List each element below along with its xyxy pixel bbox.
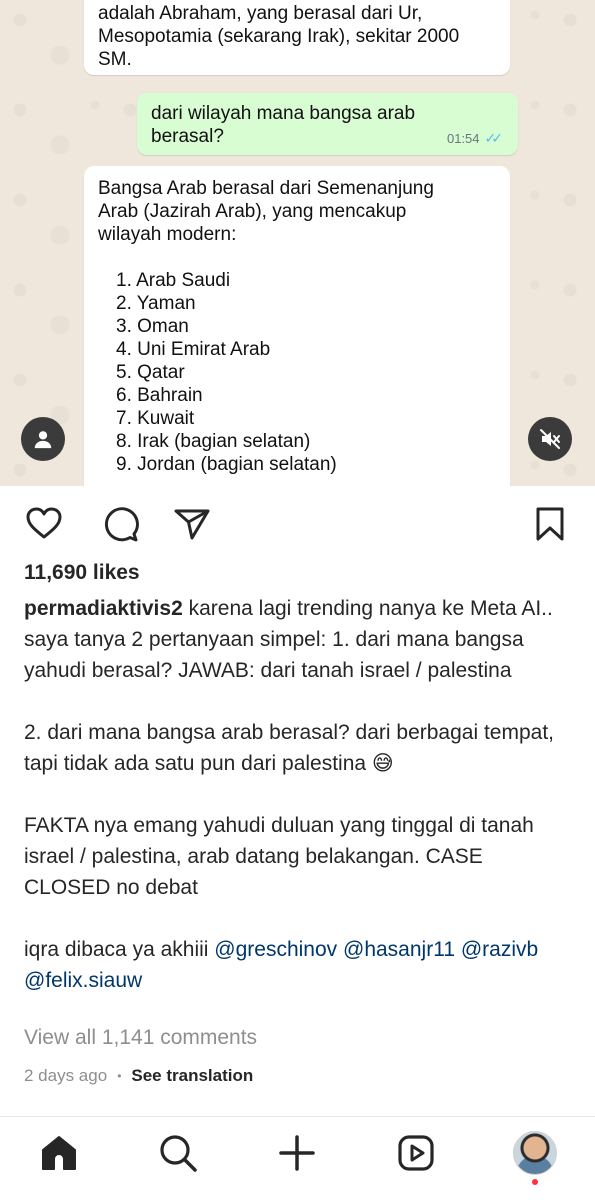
list-item: 8. Irak (bagian selatan) [116, 431, 311, 452]
message-time: 01:54 [446, 131, 480, 146]
create-icon [279, 1135, 315, 1171]
reels-icon [398, 1135, 434, 1171]
share-button[interactable] [172, 504, 212, 544]
caption-paragraph: permadiaktivis2 karena lagi trending nan… [24, 593, 572, 686]
bookmark-icon [536, 507, 564, 541]
chat-message-outgoing: dari wilayah mana bangsa arab berasal? 0… [137, 93, 518, 155]
list-item: 6. Bahrain [116, 385, 203, 406]
post-actions [0, 486, 595, 558]
profile-avatar [513, 1131, 557, 1175]
nav-create-button[interactable] [275, 1131, 319, 1175]
mention-link[interactable]: @razivb [461, 938, 538, 961]
notification-dot [532, 1179, 538, 1185]
heart-icon [26, 507, 62, 539]
post-media[interactable]: adalah Abraham, yang berasal dari Ur, Me… [0, 0, 595, 486]
separator-dot: • [117, 1069, 122, 1083]
message-line: Mesopotamia (sekarang Irak), sekitar 200… [98, 26, 460, 47]
list-item: 2. Yaman [116, 293, 196, 314]
search-icon [160, 1135, 197, 1172]
list-item: 5. Qatar [116, 362, 185, 383]
message-meta: 01:54 ✓✓ [446, 127, 504, 150]
country-list: 1. Arab Saudi 2. Yaman 3. Oman 4. Uni Em… [98, 269, 496, 476]
caption-paragraph: iqra dibaca ya akhiii @greschinov @hasan… [24, 934, 572, 996]
nav-search-button[interactable] [156, 1131, 200, 1175]
post-caption: permadiaktivis2 karena lagi trending nan… [24, 593, 572, 996]
message-line: SM. [98, 49, 132, 70]
list-item: 3. Oman [116, 316, 189, 337]
message-line: Arab (Jazirah Arab), yang mencakup [98, 201, 407, 222]
chat-message-incoming: Bangsa Arab berasal dari Semenanjung Ara… [84, 166, 510, 486]
mention-link[interactable]: @felix.siauw [24, 969, 142, 992]
tagged-people-button[interactable] [21, 417, 65, 461]
like-button[interactable] [24, 504, 64, 544]
comment-icon [104, 507, 139, 542]
list-item: 4. Uni Emirat Arab [116, 339, 271, 360]
mention-link[interactable]: @hasanjr11 [343, 938, 455, 961]
list-item: 1. Arab Saudi [116, 270, 231, 291]
caption-paragraph: 2. dari mana bangsa arab berasal? dari b… [24, 721, 555, 775]
read-ticks-icon: ✓✓ [484, 130, 504, 146]
send-icon [174, 509, 210, 540]
message-line: dari wilayah mana bangsa arab [151, 103, 416, 124]
message-line: wilayah modern: [98, 224, 237, 245]
volume-muted-icon [540, 429, 560, 449]
chat-message-incoming: adalah Abraham, yang berasal dari Ur, Me… [84, 0, 510, 75]
nav-home-button[interactable] [37, 1131, 81, 1175]
person-icon [34, 431, 52, 449]
post-timestamp: 2 days ago [24, 1066, 108, 1085]
list-item: 7. Kuwait [116, 408, 195, 429]
comment-button[interactable] [100, 504, 140, 544]
caption-paragraph: FAKTA nya emang yahudi duluan yang tingg… [24, 814, 534, 899]
save-button[interactable] [530, 504, 570, 544]
nav-profile-button[interactable] [513, 1131, 557, 1175]
like-count[interactable]: 11,690 likes [24, 561, 140, 585]
message-line: Bangsa Arab berasal dari Semenanjung [98, 178, 434, 199]
mention-link[interactable]: @greschinov [214, 938, 337, 961]
author-username[interactable]: permadiaktivis2 [24, 597, 183, 620]
see-translation-link[interactable]: See translation [131, 1066, 253, 1086]
post-meta: 2 days ago • See translation [24, 1066, 253, 1086]
bottom-navigation [0, 1117, 595, 1200]
home-icon [42, 1136, 76, 1170]
list-item: 9. Jordan (bagian selatan) [116, 454, 337, 475]
mute-button[interactable] [528, 417, 572, 461]
view-all-comments-link[interactable]: View all 1,141 comments [24, 1026, 257, 1050]
message-line: adalah Abraham, yang berasal dari Ur, [98, 3, 423, 24]
nav-reels-button[interactable] [394, 1131, 438, 1175]
caption-text: iqra dibaca ya akhiii [24, 938, 215, 961]
